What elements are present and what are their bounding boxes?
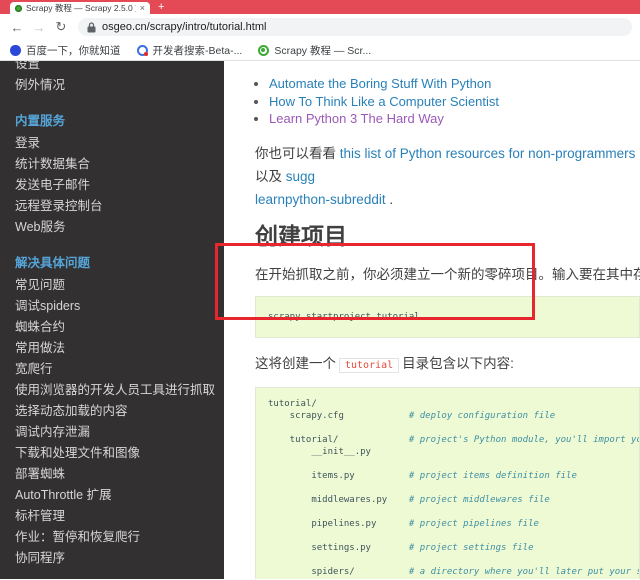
paragraph-create-project: 在开始抓取之前，你必须建立一个新的零碎项目。输入要在其中存储代码并	[255, 266, 640, 282]
sidebar-item[interactable]: 调试内存泄漏	[0, 422, 224, 443]
sidebar-item[interactable]: 作业：暂停和恢复爬行	[0, 527, 224, 548]
page-body: 设置 例外情况内置服务登录 统计数据集合 发送电子邮件 远程登录控制台 Web服务解决具体…	[0, 61, 640, 579]
resource-link[interactable]: Learn Python 3 The Hard Way	[269, 111, 444, 126]
reload-button[interactable]: ↻	[52, 19, 70, 35]
code-comment: # a directory where you'll later put you…	[408, 566, 639, 577]
suggested-resources-link[interactable]: sugg	[286, 169, 315, 184]
tab-strip: Scrapy 教程 — Scrapy 2.5.0 文档 × +	[0, 0, 640, 14]
sidebar-item[interactable]: AutoThrottle 扩展	[0, 485, 224, 506]
address-bar[interactable]: osgeo.cn/scrapy/intro/tutorial.html	[78, 18, 632, 36]
sidebar-section-caption: 内置服务	[15, 114, 66, 128]
new-tab-button[interactable]: +	[158, 0, 164, 14]
sidebar-item[interactable]: 例外情况	[0, 75, 224, 96]
code-comment: # deploy configuration file	[408, 410, 556, 421]
code-block-command: scrapy startproject tutorial	[255, 295, 640, 338]
inline-code-tutorial: tutorial	[339, 357, 400, 373]
resource-list-item: Automate the Boring Stuff With Python	[269, 75, 640, 93]
result-text: 这将创建一个	[255, 355, 336, 371]
resource-list-item: Learn Python 3 The Hard Way	[269, 110, 640, 128]
sidebar-item[interactable]: 宽爬行	[0, 359, 224, 380]
scrapy-favicon-icon	[15, 4, 22, 12]
learnpython-subreddit-link[interactable]: learnpython-subreddit	[255, 192, 386, 207]
dev-search-icon	[136, 44, 148, 56]
sidebar-item[interactable]: 选择动态加载的内容	[0, 401, 224, 422]
sidebar-item[interactable]: 使用浏览器的开发人员工具进行抓取	[0, 380, 224, 401]
lock-icon	[87, 21, 96, 32]
paragraph-see-also: 你也可以看看 this list of Python resources for…	[255, 142, 640, 211]
browser-toolbar: ← → ↻ osgeo.cn/scrapy/intro/tutorial.htm…	[0, 14, 640, 40]
resource-link[interactable]: Automate the Boring Stuff With Python	[269, 76, 491, 91]
sidebar-item[interactable]: Web服务	[0, 217, 224, 238]
sidebar-item[interactable]: 部署蜘蛛	[0, 464, 224, 485]
baidu-icon	[10, 44, 21, 56]
sidebar-item[interactable]: 统计数据集合	[0, 154, 224, 175]
sidebar-section-caption: 解决具体问题	[15, 256, 91, 270]
tab-close-icon[interactable]: ×	[140, 3, 145, 13]
resource-list-item: How To Think Like a Computer Scientist	[269, 93, 640, 111]
sidebar-item[interactable]: 发送电子邮件	[0, 175, 224, 196]
see-also-text: 你也可以看看	[255, 145, 340, 161]
code-block-directory-tree: tutorial/ scrapy.cfg # deploy configurat…	[255, 386, 640, 580]
bookmark-dev-search[interactable]: 开发者搜索-Beta-...	[136, 43, 243, 58]
sidebar-item[interactable]: 下载和处理文件和图像	[0, 443, 224, 464]
tab-title: Scrapy 教程 — Scrapy 2.5.0 文档	[26, 3, 136, 13]
bookmark-label: 开发者搜索-Beta-...	[152, 44, 243, 57]
main-content: Automate the Boring Stuff With Python How…	[224, 61, 640, 579]
resource-list: Automate the Boring Stuff With Python How…	[247, 75, 640, 128]
forward-button[interactable]: →	[30, 20, 48, 35]
paragraph-result: 这将创建一个 tutorial 目录包含以下内容:	[255, 352, 640, 377]
sidebar-item[interactable]: 常用做法	[0, 338, 224, 359]
sidebar-item[interactable]: 远程登录控制台	[0, 196, 224, 217]
sidebar-item[interactable]: 设置	[0, 61, 224, 75]
bookmark-baidu[interactable]: 百度一下，你就知道	[10, 43, 121, 58]
sidebar-item[interactable]: 协同程序	[0, 548, 224, 569]
sidebar-item[interactable]: 蜘蛛合约	[0, 317, 224, 338]
command-text: scrapy startproject tutorial	[268, 311, 420, 322]
bookmark-scrapy[interactable]: Scrapy 教程 — Scr...	[258, 43, 371, 58]
code-comment: # project's Python module, you'll import…	[408, 434, 639, 445]
see-also-text: 以及	[255, 168, 286, 184]
code-comment: # project middlewares file	[408, 494, 550, 505]
bookmark-label: 百度一下，你就知道	[26, 44, 121, 57]
resource-link[interactable]: How To Think Like a Computer Scientist	[269, 94, 499, 109]
sidebar-item[interactable]: 标杆管理	[0, 506, 224, 527]
sidebar: 设置 例外情况内置服务登录 统计数据集合 发送电子邮件 远程登录控制台 Web服务解决具体…	[0, 61, 224, 579]
bookmark-label: Scrapy 教程 — Scr...	[274, 44, 372, 57]
code-comment: # project items definition file	[408, 470, 577, 481]
browser-window: Scrapy 教程 — Scrapy 2.5.0 文档 × + ← → ↻ os…	[0, 0, 640, 579]
bookmarks-bar: 百度一下，你就知道 开发者搜索-Beta-... Scrapy 教程 — Scr…	[0, 40, 640, 61]
sidebar-item[interactable]: 常见问题	[0, 275, 224, 296]
section-heading: 创建项目	[255, 222, 347, 249]
url-text: osgeo.cn/scrapy/intro/tutorial.html	[102, 21, 267, 33]
back-button[interactable]: ←	[8, 20, 26, 35]
result-text: 目录包含以下内容:	[402, 355, 514, 371]
python-resources-link[interactable]: this list of Python resources for non-pr…	[340, 146, 636, 161]
code-comment: # project settings file	[408, 542, 534, 553]
sidebar-item[interactable]: 调试spiders	[0, 296, 224, 317]
browser-tab[interactable]: Scrapy 教程 — Scrapy 2.5.0 文档 ×	[10, 2, 150, 14]
see-also-text: .	[385, 191, 394, 207]
directory-tree-text: tutorial/ scrapy.cfg # deploy configurat…	[256, 388, 639, 580]
sidebar-item[interactable]: 登录	[0, 133, 224, 154]
scrapy-icon	[258, 44, 270, 56]
code-comment: # project pipelines file	[408, 518, 539, 529]
